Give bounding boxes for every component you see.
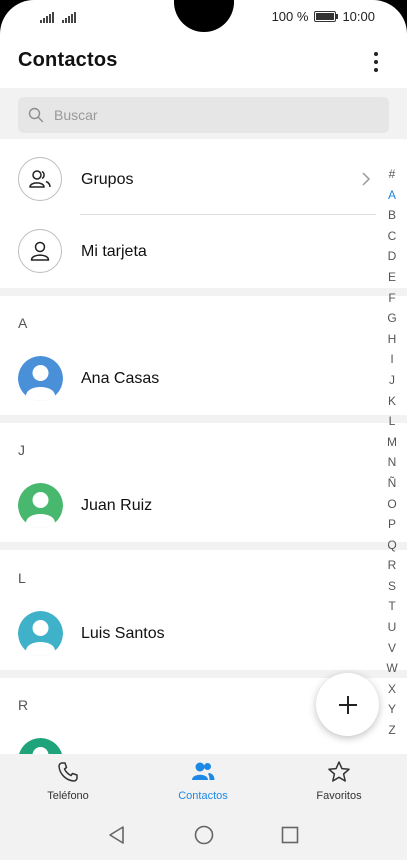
camera-notch [174,0,234,32]
divider [80,214,376,215]
alphabet-letter[interactable]: P [388,514,396,535]
contact-name: Luis Santos [81,625,165,642]
add-contact-button[interactable] [316,673,379,736]
person-icon [18,229,62,273]
groups-label: Grupos [81,171,134,188]
alphabet-letter[interactable]: K [388,391,396,412]
avatar [18,356,63,401]
battery-text: 100 % [271,9,309,24]
alphabet-letter[interactable]: O [387,494,396,515]
back-icon[interactable] [106,824,126,846]
contact-name: Ana Casas [81,370,160,387]
section-separator [0,288,407,296]
avatar [18,483,63,528]
alphabet-index[interactable]: # A B C D E F G H I J K L M N Ñ O P Q R S T U V W X Y Z [380,164,404,741]
recents-icon[interactable] [280,824,300,846]
contacts-icon [192,762,215,780]
signal-icon [40,11,54,23]
alphabet-letter[interactable]: Y [388,699,396,720]
tab-contactos[interactable]: Contactos [143,760,263,802]
tab-label: Teléfono [47,790,89,802]
section-header: A [18,315,28,331]
alphabet-letter[interactable]: C [388,226,397,247]
home-icon[interactable] [193,824,215,846]
groups-icon [18,157,62,201]
alphabet-letter[interactable]: U [388,617,397,638]
star-icon [328,761,350,782]
search-icon [28,107,44,123]
more-options-icon[interactable] [364,47,388,77]
alphabet-letter[interactable]: H [388,329,397,350]
alphabet-letter[interactable]: Ñ [388,473,397,494]
alphabet-letter[interactable]: N [388,452,397,473]
section-header: J [18,442,25,458]
alphabet-letter[interactable]: J [389,370,395,391]
alphabet-letter[interactable]: V [388,638,396,659]
plus-icon [338,695,357,714]
alphabet-letter[interactable]: A [388,185,396,206]
contact-name: Juan Ruiz [81,497,153,514]
chevron-right-icon [362,172,371,186]
alphabet-letter[interactable]: R [388,555,397,576]
alphabet-letter[interactable]: F [388,288,395,309]
alphabet-letter[interactable]: Q [387,535,396,556]
tab-telefono[interactable]: Teléfono [8,760,128,802]
section-header: L [18,570,26,586]
alphabet-letter[interactable]: # [389,164,396,185]
signal-icon [62,11,76,23]
alphabet-letter[interactable]: M [387,432,397,453]
search-input[interactable]: Buscar [18,97,389,133]
alphabet-letter[interactable]: L [389,411,396,432]
alphabet-letter[interactable]: G [387,308,396,329]
tab-label: Favoritos [316,790,362,802]
section-separator [0,542,407,550]
alphabet-letter[interactable]: S [388,576,396,597]
status-bar: 100 % 10:00 [0,0,407,34]
alphabet-letter[interactable]: X [388,679,396,700]
phone-icon [58,762,78,782]
alphabet-letter[interactable]: I [390,349,393,370]
battery-icon [314,11,339,22]
page-title: Contactos [18,49,118,71]
alphabet-letter[interactable]: Z [388,720,395,741]
alphabet-letter[interactable]: D [388,246,397,267]
search-placeholder: Buscar [54,107,98,123]
alphabet-letter[interactable]: B [388,205,396,226]
phone-screen: 100 % 10:00 Contactos Buscar Grupos Mi t… [0,0,407,860]
alphabet-letter[interactable]: W [386,658,397,679]
alphabet-letter[interactable]: T [388,596,395,617]
clock: 10:00 [342,9,375,24]
tab-label: Contactos [178,790,228,802]
alphabet-letter[interactable]: E [388,267,396,288]
my-card-label: Mi tarjeta [81,243,147,260]
avatar [18,611,63,656]
tab-favoritos[interactable]: Favoritos [279,760,399,802]
section-separator [0,415,407,423]
section-header: R [18,697,29,713]
